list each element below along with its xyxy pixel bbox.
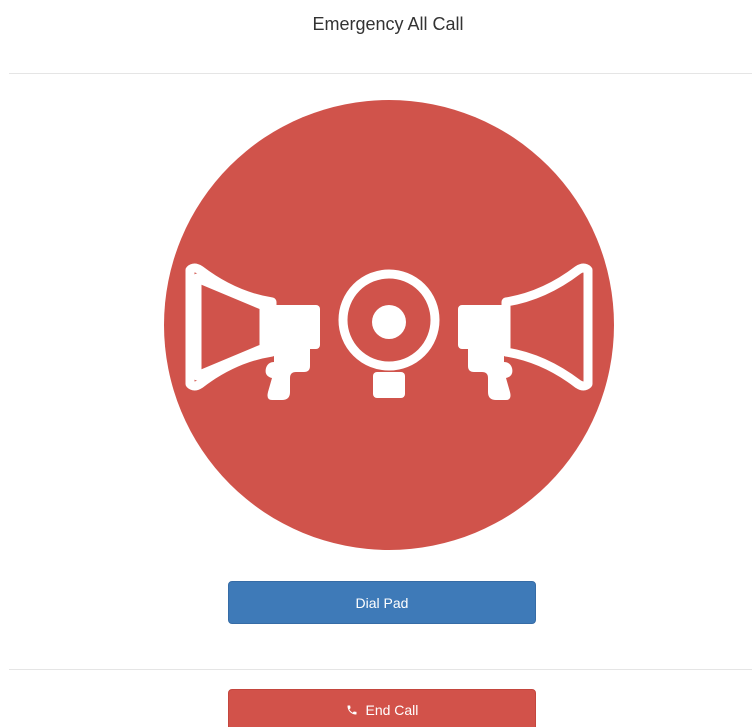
emergency-emblem[interactable] — [164, 100, 614, 550]
dial-pad-button[interactable]: Dial Pad — [228, 581, 536, 624]
phone-icon — [346, 703, 358, 719]
megaphones-icon — [164, 100, 614, 550]
top-divider — [9, 73, 752, 74]
end-call-button[interactable]: End Call — [228, 689, 536, 727]
emergency-all-call-page: Emergency All Call Dial Pad End Call — [0, 0, 752, 727]
bottom-divider — [9, 669, 752, 670]
dial-pad-label: Dial Pad — [355, 595, 409, 611]
end-call-label: End Call — [365, 702, 419, 718]
page-title: Emergency All Call — [312, 14, 464, 34]
